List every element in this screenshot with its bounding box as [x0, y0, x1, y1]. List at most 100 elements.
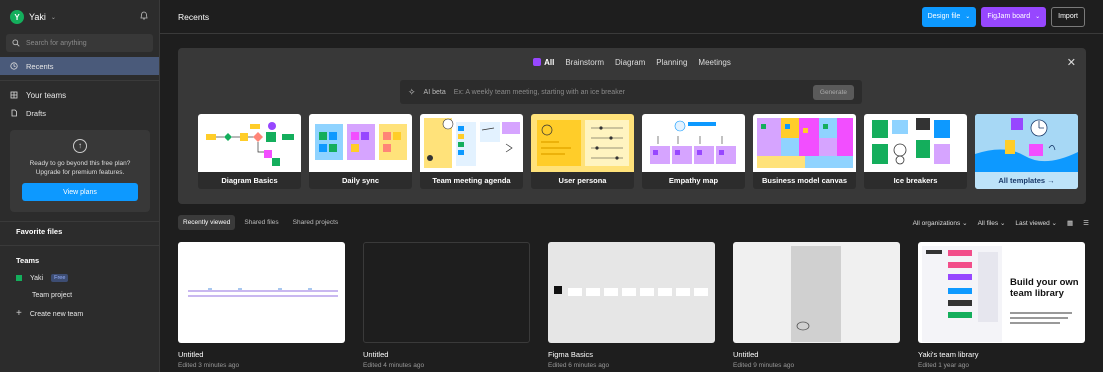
template-title: User persona — [558, 176, 607, 185]
tab-recently-viewed[interactable]: Recently viewed — [178, 215, 236, 230]
plan-badge: Free — [51, 274, 69, 282]
dropdown-label: All files — [977, 220, 999, 227]
file-edited-time: Edited 3 minutes ago — [178, 362, 240, 369]
all-templates-card[interactable]: All templates → — [975, 114, 1078, 189]
ai-prompt-input[interactable]: Ex: A weekly team meeting, starting with… — [454, 89, 805, 96]
figjam-icon — [533, 58, 542, 66]
template-title: Business model canvas — [761, 176, 848, 185]
account-switcher[interactable]: Y Yaki ⌄ — [10, 10, 56, 24]
file-grid: Untitled Edited 3 minutes ago Untitled E… — [178, 242, 1085, 369]
file-edited-time: Edited 1 year ago — [918, 362, 969, 369]
sidebar-item-team[interactable]: Yaki Free — [16, 274, 69, 282]
template-thumbnail — [531, 114, 634, 172]
template-card-user-persona[interactable]: User persona — [531, 114, 634, 189]
template-thumbnail — [198, 114, 301, 172]
search-input[interactable]: Search for anything — [6, 34, 153, 52]
tab-meetings[interactable]: Meetings — [698, 58, 730, 67]
upgrade-text-2: Upgrade for premium features. — [35, 169, 125, 176]
sidebar-item-team-project[interactable]: Team project — [32, 292, 72, 299]
template-title: Empathy map — [668, 176, 719, 185]
library-title-line: team library — [1010, 288, 1064, 299]
upgrade-card: ↑ Ready to go beyond this free plan? Upg… — [10, 130, 150, 212]
list-view-icon[interactable]: ☰ — [1083, 219, 1089, 227]
template-category-tabs: All Brainstorm Diagram Planning Meetings — [178, 58, 1086, 67]
file-view-controls: All organizations ⌄ All files ⌄ Last vie… — [913, 219, 1089, 227]
search-placeholder: Search for anything — [26, 39, 87, 47]
account-name: Yaki — [29, 12, 46, 22]
templates-panel: All Brainstorm Diagram Planning Meetings… — [178, 48, 1086, 204]
sidebar-item-create-team[interactable]: + Create new team — [16, 309, 84, 319]
file-card[interactable]: Untitled Edited 9 minutes ago — [733, 242, 900, 369]
tab-shared-projects[interactable]: Shared projects — [288, 215, 344, 230]
file-edited-time: Edited 6 minutes ago — [548, 362, 610, 369]
button-label: Design file — [927, 13, 961, 20]
file-icon — [11, 109, 17, 117]
file-card[interactable]: Untitled Edited 3 minutes ago — [178, 242, 345, 369]
tab-label: All — [544, 58, 555, 67]
file-card[interactable]: Build your own team library Yaki's team … — [918, 242, 1085, 369]
file-card[interactable]: Figma Basics Edited 6 minutes ago — [548, 242, 715, 369]
file-thumbnail — [178, 242, 345, 343]
tab-brainstorm[interactable]: Brainstorm — [565, 58, 604, 67]
template-card-ice-breakers[interactable]: Ice breakers — [864, 114, 967, 189]
bell-icon[interactable] — [139, 11, 149, 23]
tab-diagram[interactable]: Diagram — [615, 58, 645, 67]
sidebar-item-label: Recents — [26, 61, 54, 71]
file-thumbnail — [363, 242, 530, 343]
library-title-line: Build your own — [1010, 277, 1079, 288]
top-bar: Recents Design file ⌄ FigJam board ⌄ Imp… — [160, 0, 1103, 34]
file-card[interactable]: Untitled Edited 4 minutes ago — [363, 242, 530, 369]
template-card-daily-sync[interactable]: Daily sync — [309, 114, 412, 189]
sparkle-icon: ✧ — [408, 86, 416, 97]
chevron-down-icon: ⌄ — [965, 14, 971, 20]
app-window: Y Yaki ⌄ Search for anything Recents You… — [0, 0, 1103, 372]
file-edited-time: Edited 4 minutes ago — [363, 362, 425, 369]
generate-button[interactable]: Generate — [812, 84, 854, 100]
grid-view-icon[interactable]: ▦ — [1067, 219, 1073, 227]
sidebar-item-your-teams[interactable]: Your teams — [0, 86, 159, 104]
file-edited-time: Edited 9 minutes ago — [733, 362, 795, 369]
search-icon — [12, 39, 20, 47]
tab-all[interactable]: All — [533, 58, 554, 67]
template-thumbnail — [975, 114, 1078, 172]
tab-planning[interactable]: Planning — [656, 58, 687, 67]
dropdown-label: Last viewed — [1015, 220, 1050, 227]
file-name: Yaki's team library — [918, 350, 979, 359]
arrow-up-circle-icon: ↑ — [73, 139, 87, 153]
page-title: Recents — [178, 11, 210, 22]
tab-shared-files[interactable]: Shared files — [239, 215, 283, 230]
favorite-files-heading: Favorite files — [16, 227, 63, 236]
file-name: Untitled — [733, 350, 759, 359]
view-plans-button[interactable]: View plans — [22, 183, 138, 201]
sidebar-item-label: Drafts — [26, 108, 47, 118]
close-icon[interactable]: ✕ — [1067, 56, 1076, 69]
template-thumbnail — [420, 114, 523, 172]
clock-icon — [10, 62, 18, 70]
organizations-dropdown[interactable]: All organizations ⌄ — [913, 219, 968, 227]
teams-heading: Teams — [16, 256, 40, 265]
import-button[interactable]: Import — [1051, 6, 1085, 27]
template-card-empathy-map[interactable]: Empathy map — [642, 114, 745, 189]
template-thumbnail — [753, 114, 856, 172]
sidebar-item-recents[interactable]: Recents — [0, 57, 159, 75]
sidebar: Y Yaki ⌄ Search for anything Recents You… — [0, 0, 160, 372]
main-content: Recents Design file ⌄ FigJam board ⌄ Imp… — [160, 0, 1103, 372]
header-actions: Design file ⌄ FigJam board ⌄ Import — [921, 6, 1085, 27]
all-templates-link: All templates → — [975, 172, 1078, 189]
sort-dropdown[interactable]: Last viewed ⌄ — [1015, 219, 1057, 227]
template-card-diagram-basics[interactable]: Diagram Basics — [198, 114, 301, 189]
template-card-business-model-canvas[interactable]: Business model canvas — [753, 114, 856, 189]
divider — [0, 80, 159, 81]
new-figjam-board-button[interactable]: FigJam board ⌄ — [981, 6, 1047, 27]
sidebar-item-label: Create new team — [29, 310, 84, 318]
new-design-file-button[interactable]: Design file ⌄ — [921, 6, 977, 27]
template-thumbnail — [309, 114, 412, 172]
sidebar-item-label: Your teams — [26, 90, 67, 100]
file-name: Figma Basics — [548, 350, 594, 359]
template-title: Ice breakers — [893, 176, 938, 185]
team-name: Yaki — [30, 274, 44, 282]
template-card-team-meeting-agenda[interactable]: Team meeting agenda — [420, 114, 523, 189]
file-type-dropdown[interactable]: All files ⌄ — [978, 219, 1006, 227]
chevron-down-icon: ⌄ — [1035, 14, 1041, 20]
sidebar-item-drafts[interactable]: Drafts — [0, 104, 159, 122]
